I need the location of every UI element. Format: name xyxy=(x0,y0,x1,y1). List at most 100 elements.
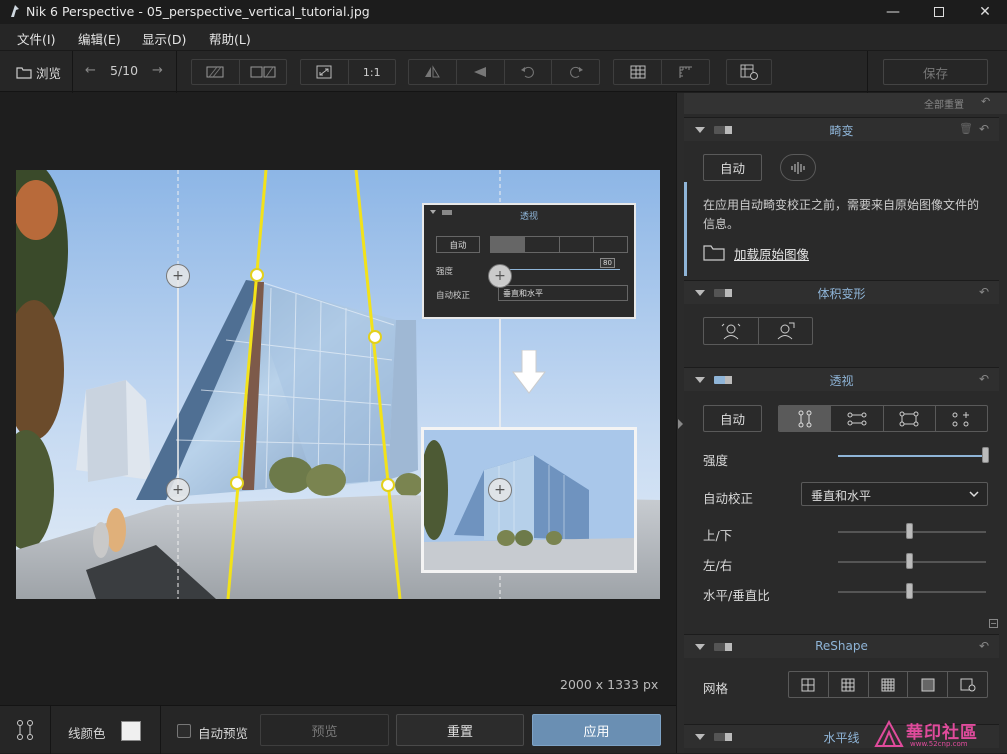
photo-preview[interactable]: + + + + 透视 自动 强度 80 自动校正 垂直和水平 xyxy=(16,170,660,599)
grid-settings-button[interactable] xyxy=(727,60,771,84)
vertical-label: 上/下 xyxy=(703,528,733,543)
window-title: Nik 6 Perspective - 05_perspective_verti… xyxy=(26,4,370,19)
auto-correct-dropdown[interactable]: 垂直和水平 xyxy=(801,482,988,506)
guide-handle-bottom-right[interactable]: + xyxy=(488,478,512,502)
title-bar: Nik 6 Perspective - 05_perspective_verti… xyxy=(0,0,1007,24)
inset-strength-value: 80 xyxy=(600,258,615,268)
undo-icon[interactable]: ↶ xyxy=(979,122,989,136)
undo-icon[interactable]: ↶ xyxy=(979,372,989,386)
browse-label: 浏览 xyxy=(36,66,62,81)
guide-handle-top-right[interactable]: + xyxy=(488,264,512,288)
menu-file[interactable]: 文件(I) xyxy=(17,29,55,48)
distortion-auto-button[interactable]: 自动 xyxy=(703,154,762,181)
add-points-icon xyxy=(952,411,970,426)
panel-header: 全部重置 ↶ xyxy=(684,93,1007,114)
reshape-section-header[interactable]: ReShape ↶ xyxy=(684,634,999,658)
mode-points-button[interactable] xyxy=(936,406,987,431)
yellow-handle-4[interactable] xyxy=(381,478,395,492)
flip-vertical-icon xyxy=(474,67,487,77)
menu-help[interactable]: 帮助(L) xyxy=(209,29,251,48)
horizontal-label: 左/右 xyxy=(703,558,733,573)
distortion-section-header[interactable]: 畸变 🗑 ↶ xyxy=(684,117,999,141)
perspective-mode-group xyxy=(778,405,988,432)
reset-all-icon[interactable]: ↶ xyxy=(981,95,990,108)
ratio-label: 水平/垂直比 xyxy=(703,588,770,603)
close-button[interactable]: ✕ xyxy=(962,0,1007,24)
image-size-label: 2000 x 1333 px xyxy=(560,677,659,692)
browse-button[interactable]: 浏览 xyxy=(16,63,61,82)
collapse-panel-icon[interactable]: − xyxy=(989,619,998,628)
perspective-auto-button[interactable]: 自动 xyxy=(703,405,762,432)
toolbar: 浏览 ← 5/10 → 1:1 保存 xyxy=(0,50,1007,93)
horizontal-slider-thumb[interactable] xyxy=(906,553,913,569)
grid-4x4-button[interactable] xyxy=(869,672,909,697)
grid-settings-button[interactable] xyxy=(948,672,987,697)
volume-section-header[interactable]: 体积变形 ↶ xyxy=(684,280,999,304)
distortion-info-text: 在应用自动畸变校正之前，需要来自原始图像文件的信息。 xyxy=(703,198,980,231)
mode-horizontal-button[interactable] xyxy=(831,406,884,431)
strength-label: 强度 xyxy=(703,453,729,468)
fit-button[interactable] xyxy=(301,60,349,84)
panel-splitter[interactable] xyxy=(676,93,684,753)
preview-button[interactable]: 预览 xyxy=(260,714,389,746)
adjustments-panel: 全部重置 ↶ 畸变 🗑 ↶ 自动 在应用自动畸变校正之前，需要来自原始图像文件的… xyxy=(684,93,1007,753)
face-focus-icon xyxy=(721,323,741,340)
menu-edit[interactable]: 编辑(E) xyxy=(78,29,121,48)
load-original-link[interactable]: 加载原始图像 xyxy=(734,244,809,263)
ruler-button[interactable] xyxy=(662,60,709,84)
grid-dense-icon xyxy=(921,678,935,691)
menu-view[interactable]: 显示(D) xyxy=(142,29,186,48)
undo-icon[interactable]: ↶ xyxy=(979,285,989,299)
grid-2x2-button[interactable] xyxy=(789,672,829,697)
reset-button[interactable]: 重置 xyxy=(396,714,524,746)
side-by-side-button[interactable] xyxy=(240,60,287,84)
folder-icon xyxy=(703,245,725,261)
mode-rectangle-button[interactable] xyxy=(884,406,936,431)
auto-preview-checkbox[interactable] xyxy=(177,724,191,738)
flip-horizontal-button[interactable] xyxy=(409,60,457,84)
vertical-slider-thumb[interactable] xyxy=(906,523,913,539)
minimize-button[interactable]: — xyxy=(870,0,916,24)
yellow-handle-2[interactable] xyxy=(230,476,244,490)
grid-button[interactable] xyxy=(614,60,662,84)
arrow-down-icon xyxy=(512,350,546,394)
rotate-left-button[interactable] xyxy=(505,60,553,84)
inset-strength-label: 强度 xyxy=(436,267,454,277)
ratio-slider-thumb[interactable] xyxy=(906,583,913,599)
flip-vertical-button[interactable] xyxy=(457,60,505,84)
volume-face-button[interactable] xyxy=(704,318,759,344)
lens-profile-button[interactable] xyxy=(780,154,816,181)
grid-3x3-icon xyxy=(841,678,855,691)
line-color-swatch[interactable] xyxy=(121,721,141,741)
waveform-icon xyxy=(791,161,805,174)
rotate-right-button[interactable] xyxy=(552,60,599,84)
app-icon xyxy=(11,5,19,17)
trash-icon[interactable]: 🗑 xyxy=(959,122,973,135)
prev-arrow-icon[interactable]: ← xyxy=(85,63,96,78)
strength-slider-thumb[interactable] xyxy=(982,447,989,463)
perspective-section-header[interactable]: 透视 ↶ xyxy=(684,367,999,391)
guide-handle-top-left[interactable]: + xyxy=(166,264,190,288)
yellow-handle-3[interactable] xyxy=(368,330,382,344)
vertical-lines-icon xyxy=(798,410,812,427)
grid-icon xyxy=(630,65,645,79)
strength-slider-track[interactable] xyxy=(838,455,986,457)
one-to-one-button[interactable]: 1:1 xyxy=(349,60,396,84)
grid-dense-button[interactable] xyxy=(908,672,949,697)
grid-3x3-button[interactable] xyxy=(829,672,869,697)
mode-vertical-button[interactable] xyxy=(779,406,832,431)
next-arrow-icon[interactable]: → xyxy=(152,63,163,78)
volume-person-button[interactable] xyxy=(759,318,813,344)
maximize-button[interactable] xyxy=(916,0,962,24)
undo-icon[interactable]: ↶ xyxy=(979,639,989,653)
apply-button[interactable]: 应用 xyxy=(532,714,661,746)
perspective-lines-icon[interactable] xyxy=(16,720,34,740)
inset-auto-button: 自动 xyxy=(436,236,480,253)
reset-all-button[interactable]: 全部重置 xyxy=(924,96,964,111)
grid-settings-icon xyxy=(740,64,758,80)
yellow-handle-1[interactable] xyxy=(250,268,264,282)
grid-settings-icon xyxy=(960,678,976,691)
split-view-button[interactable] xyxy=(192,60,240,84)
save-button[interactable]: 保存 xyxy=(883,59,988,85)
guide-handle-bottom-left[interactable]: + xyxy=(166,478,190,502)
